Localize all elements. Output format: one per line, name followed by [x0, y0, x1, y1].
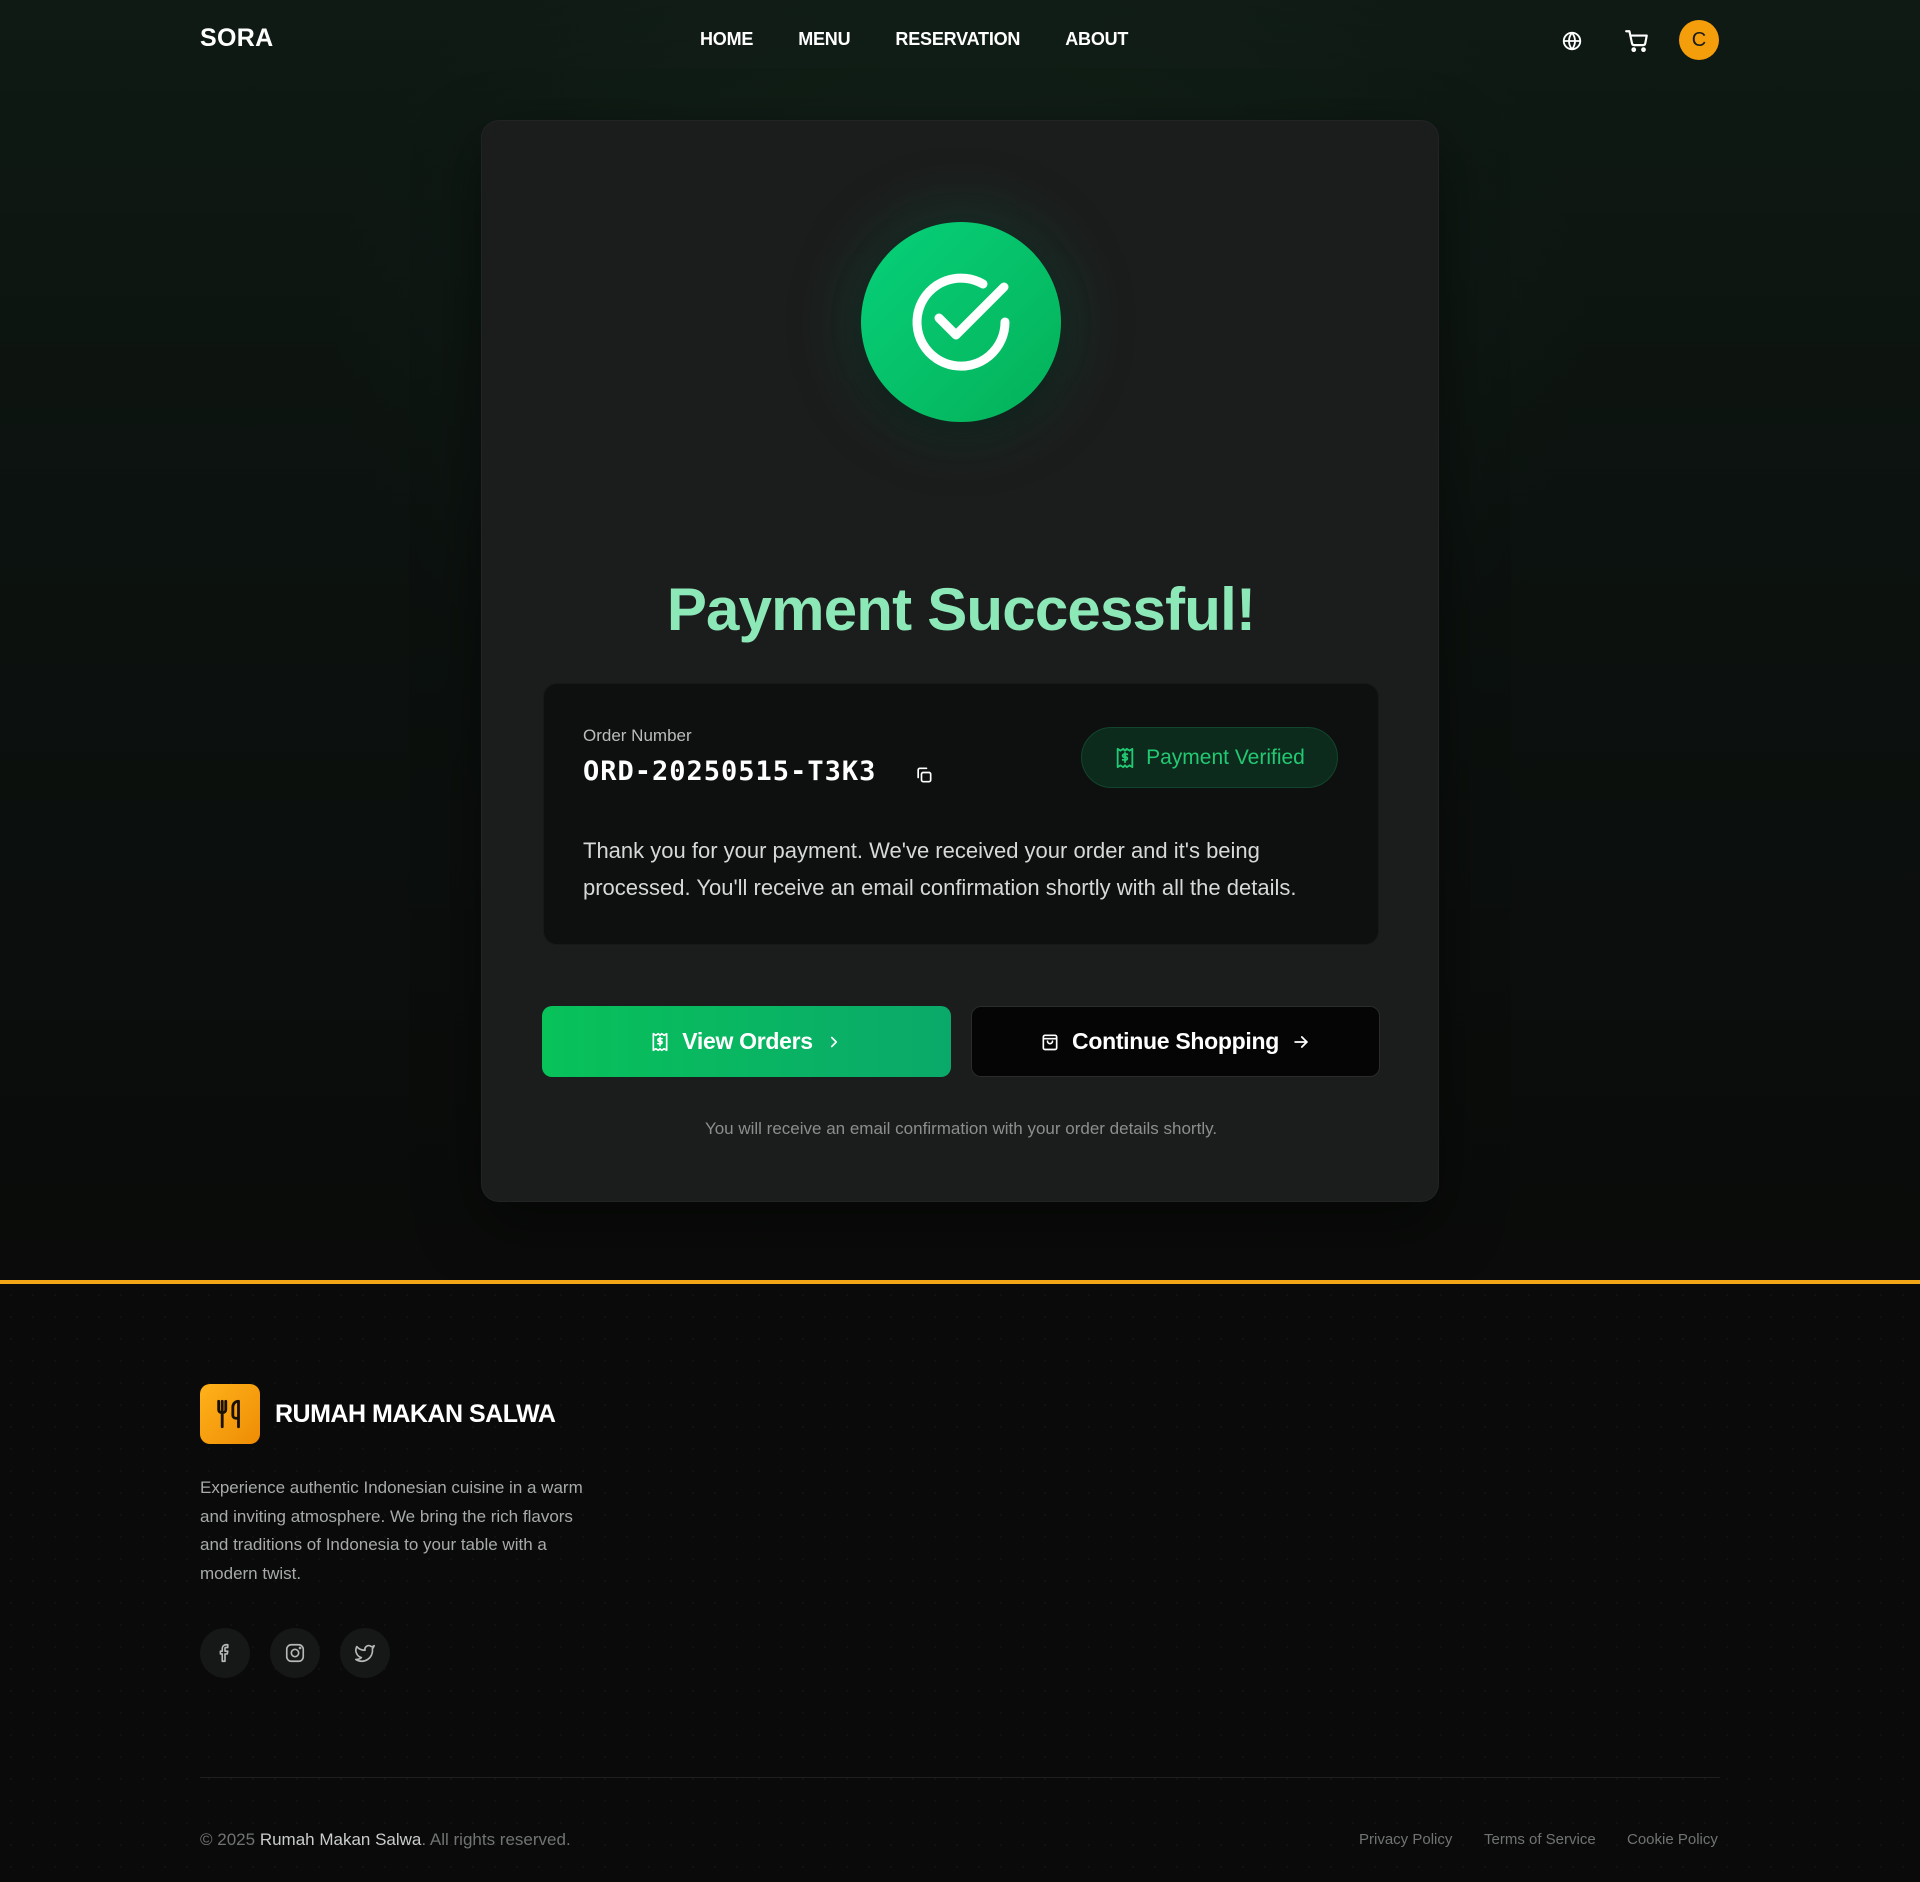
- terms-of-service-link[interactable]: Terms of Service: [1484, 1831, 1596, 1848]
- nav-link-menu[interactable]: MENU: [798, 29, 850, 50]
- payment-verified-badge: Payment Verified: [1081, 727, 1338, 788]
- copyright-name: Rumah Makan Salwa: [259, 1830, 422, 1849]
- order-info-box: Order Number ORD-20250515-T3K3 Payment V…: [543, 683, 1379, 945]
- twitter-icon[interactable]: [340, 1628, 390, 1678]
- payment-verified-label: Payment Verified: [1146, 745, 1305, 769]
- top-nav: SORA HOME MENU RESERVATION ABOUT C: [0, 0, 1920, 80]
- nav-link-reservation[interactable]: RESERVATION: [895, 29, 1020, 50]
- nav-links: HOME MENU RESERVATION ABOUT: [700, 29, 1173, 50]
- copy-icon[interactable]: [912, 763, 936, 787]
- cookie-policy-link[interactable]: Cookie Policy: [1627, 1831, 1718, 1848]
- site-footer: RUMAH MAKAN SALWA Experience authentic I…: [0, 1280, 1920, 1882]
- copyright-text: © 2025 Rumah Makan Salwa. All rights res…: [200, 1830, 571, 1850]
- order-number-label: Order Number: [583, 726, 692, 745]
- receipt-icon: [1114, 747, 1136, 769]
- user-avatar[interactable]: C: [1679, 20, 1719, 60]
- nav-link-about[interactable]: ABOUT: [1065, 29, 1128, 50]
- instagram-icon[interactable]: [270, 1628, 320, 1678]
- arrow-right-icon: [1291, 1032, 1311, 1052]
- facebook-icon[interactable]: [200, 1628, 250, 1678]
- email-footnote: You will receive an email confirmation w…: [704, 1119, 1218, 1138]
- brand-logo[interactable]: SORA: [200, 24, 273, 53]
- copyright-suffix: . All rights reserved.: [421, 1830, 571, 1849]
- footer-description: Experience authentic Indonesian cuisine …: [200, 1478, 583, 1583]
- nav-link-home[interactable]: HOME: [700, 29, 753, 50]
- continue-shopping-label: Continue Shopping: [1072, 1028, 1279, 1054]
- receipt-icon: [650, 1032, 670, 1052]
- privacy-policy-link[interactable]: Privacy Policy: [1359, 1831, 1452, 1848]
- copyright-prefix: © 2025: [200, 1830, 256, 1849]
- chevron-right-icon: [825, 1033, 843, 1051]
- payment-success-card: Payment Successful! Order Number ORD-202…: [481, 120, 1439, 1202]
- continue-shopping-button[interactable]: Continue Shopping: [971, 1006, 1380, 1077]
- globe-icon[interactable]: [1555, 24, 1589, 58]
- order-number-value: ORD-20250515-T3K3: [583, 756, 877, 787]
- confirmation-message: Thank you for your payment. We've receiv…: [583, 838, 1297, 900]
- cart-icon[interactable]: [1620, 24, 1654, 58]
- view-orders-button[interactable]: View Orders: [542, 1006, 951, 1077]
- footer-divider: [200, 1777, 1720, 1778]
- success-check-icon: [861, 222, 1061, 422]
- page-title: Payment Successful!: [666, 576, 1256, 643]
- shopping-bag-icon: [1040, 1032, 1060, 1052]
- view-orders-label: View Orders: [682, 1028, 813, 1054]
- footer-brand: RUMAH MAKAN SALWA: [275, 1400, 556, 1428]
- utensils-icon: [200, 1384, 260, 1444]
